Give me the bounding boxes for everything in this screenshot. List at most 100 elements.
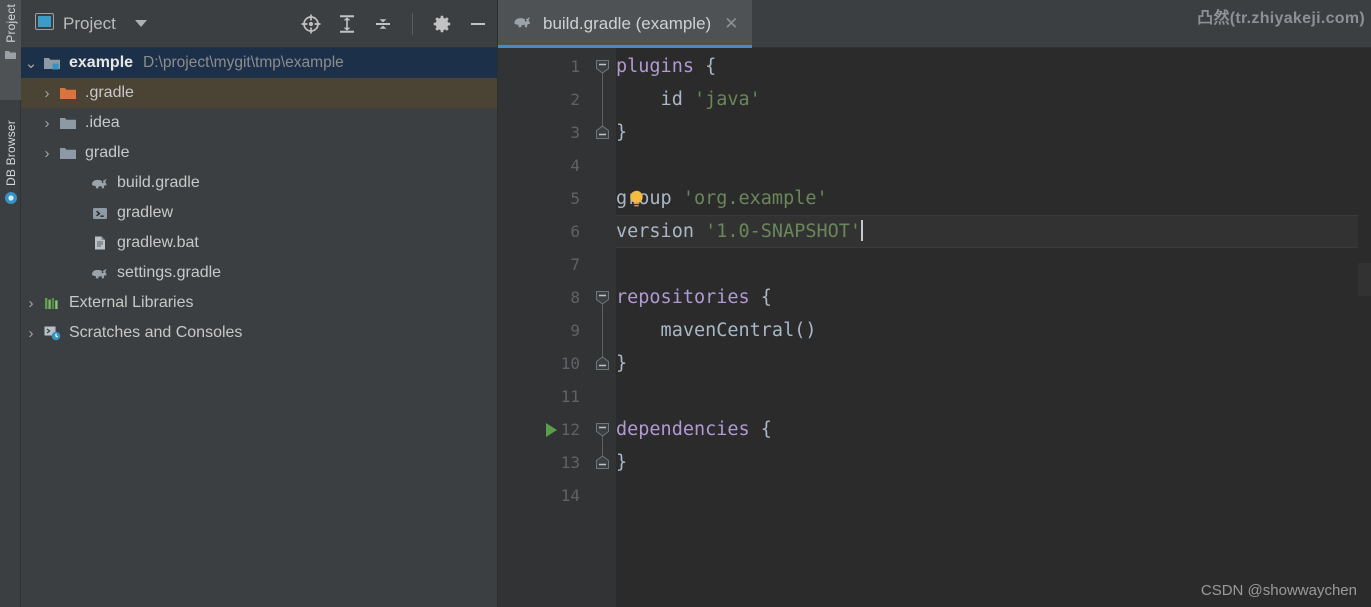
gradle-elephant-icon	[89, 266, 111, 281]
code-line[interactable]: plugins {	[616, 50, 1371, 83]
line-number: 7	[570, 255, 580, 274]
tree-row-build-gradle[interactable]: build.gradle	[21, 168, 497, 198]
folder-orange-icon	[57, 86, 79, 101]
folder-icon	[4, 48, 17, 66]
editor-gutter[interactable]: 1 2 3 4 5 6 7 8 9 10 11 12 13 14	[498, 48, 590, 607]
code-token: {	[693, 56, 717, 77]
code-line[interactable]: id 'java'	[616, 83, 1371, 116]
rail-tab-project[interactable]: Project	[0, 0, 21, 100]
folder-icon	[57, 116, 79, 131]
line-number: 12	[560, 420, 580, 439]
tree-row-gradlew[interactable]: gradlew	[21, 198, 497, 228]
fold-end-icon[interactable]	[595, 125, 610, 140]
rail-tab-project-label: Project	[3, 4, 18, 43]
folder-icon	[57, 146, 79, 161]
rail-tab-db-browser-label: DB Browser	[3, 120, 18, 187]
tool-window-rail: Project DB Browser	[0, 0, 21, 607]
tree-row-dot-gradle[interactable]: › .gradle	[21, 78, 497, 108]
code-token: {	[749, 287, 772, 308]
tree-row-settings-gradle[interactable]: settings.gradle	[21, 258, 497, 288]
chevron-down-icon[interactable]: ⌄	[21, 56, 41, 71]
project-tree: ⌄ example D:\project\mygit\tmp\example ›…	[21, 48, 497, 348]
code-line[interactable]: group 'org.example'	[616, 182, 1371, 215]
code-line[interactable]	[616, 248, 1371, 281]
line-number: 8	[570, 288, 580, 307]
tree-row-gradlew-bat[interactable]: gradlew.bat	[21, 228, 497, 258]
line-number: 10	[560, 354, 580, 373]
code-line[interactable]: }	[616, 347, 1371, 380]
line-number: 14	[560, 486, 580, 505]
tree-row-label: External Libraries	[69, 294, 194, 311]
code-line[interactable]	[616, 149, 1371, 182]
tree-row-label: example	[69, 54, 134, 71]
tree-row-label: settings.gradle	[117, 264, 222, 281]
code-line[interactable]: mavenCentral()	[616, 314, 1371, 347]
chevron-right-icon[interactable]: ›	[37, 86, 57, 101]
close-icon[interactable]: ✕	[724, 14, 738, 34]
collapse-all-icon[interactable]	[372, 13, 394, 35]
chevron-down-icon[interactable]	[134, 20, 147, 27]
line-number: 4	[570, 156, 580, 175]
run-gutter-icon[interactable]	[546, 423, 557, 437]
fold-collapse-icon[interactable]	[595, 59, 610, 74]
project-title-group[interactable]: Project	[35, 12, 147, 35]
tree-row-label: Scratches and Consoles	[69, 324, 243, 341]
code-line[interactable]	[616, 380, 1371, 413]
fold-collapse-icon[interactable]	[595, 290, 610, 305]
tree-row-example[interactable]: ⌄ example D:\project\mygit\tmp\example	[21, 48, 497, 78]
line-number: 3	[570, 123, 580, 142]
line-number: 2	[570, 90, 580, 109]
project-folder-icon	[41, 56, 63, 71]
line-number: 1	[570, 57, 580, 76]
line-number: 13	[560, 453, 580, 472]
tree-row-gradle[interactable]: › gradle	[21, 138, 497, 168]
tree-row-label: gradle	[85, 144, 130, 161]
tree-row-dot-idea[interactable]: › .idea	[21, 108, 497, 138]
gear-icon[interactable]	[431, 13, 453, 35]
fold-end-icon[interactable]	[595, 455, 610, 470]
database-icon	[4, 191, 18, 210]
tree-row-external-libraries[interactable]: › External Libraries	[21, 288, 497, 318]
minimize-icon[interactable]	[467, 13, 489, 35]
code-token: '1.0-SNAPSHOT'	[705, 221, 862, 242]
locate-icon[interactable]	[300, 13, 322, 35]
chevron-right-icon[interactable]: ›	[37, 146, 57, 161]
chevron-right-icon[interactable]: ›	[37, 116, 57, 131]
line-number: 5	[570, 189, 580, 208]
editor-code-column[interactable]: plugins { id 'java'} group 'org.example' v…	[616, 48, 1371, 607]
editor-tab-label: build.gradle (example)	[543, 14, 712, 33]
code-editor[interactable]: 1 2 3 4 5 6 7 8 9 10 11 12 13 14 plugins { id 'java'}…	[498, 48, 1371, 607]
code-line[interactable]	[616, 479, 1371, 512]
editor-fold-column[interactable]	[590, 48, 616, 607]
intention-bulb-icon[interactable]	[627, 189, 646, 208]
chevron-right-icon[interactable]: ›	[21, 326, 41, 341]
scrollbar-current-line-marker	[1358, 263, 1371, 296]
editor-tab-build-gradle[interactable]: build.gradle (example) ✕	[498, 0, 753, 48]
fold-end-icon[interactable]	[595, 356, 610, 371]
code-line[interactable]: dependencies {	[616, 413, 1371, 446]
tree-row-label: .gradle	[85, 84, 134, 101]
code-line[interactable]: repositories {	[616, 281, 1371, 314]
watermark-bottom-right: CSDN @showwaychen	[1200, 582, 1357, 599]
tree-row-label: build.gradle	[117, 174, 200, 191]
project-toolbar-actions	[300, 12, 489, 35]
fold-collapse-icon[interactable]	[595, 422, 610, 437]
code-token: dependencies	[616, 419, 750, 440]
chevron-right-icon[interactable]: ›	[21, 296, 41, 311]
rail-tab-db-browser[interactable]: DB Browser	[0, 118, 21, 236]
code-token: repositories	[616, 287, 750, 308]
code-line[interactable]: }	[616, 116, 1371, 149]
code-line[interactable]: }	[616, 446, 1371, 479]
ide-window: Project DB Browser Project ⌄ example D:\…	[0, 0, 1371, 607]
code-token: 'org.example'	[682, 188, 828, 209]
code-line[interactable]: version '1.0-SNAPSHOT'	[616, 215, 1371, 248]
gradle-elephant-icon	[89, 176, 111, 191]
tree-row-scratches-and-consoles[interactable]: › Scratches and Consoles	[21, 318, 497, 348]
gradle-elephant-icon	[512, 14, 534, 35]
line-number: 6	[570, 222, 580, 241]
project-window-icon	[35, 12, 54, 35]
tree-row-label: gradlew.bat	[117, 234, 199, 251]
expand-all-icon[interactable]	[336, 13, 358, 35]
code-token: id	[616, 89, 694, 110]
editor-scrollbar[interactable]	[1358, 96, 1371, 607]
